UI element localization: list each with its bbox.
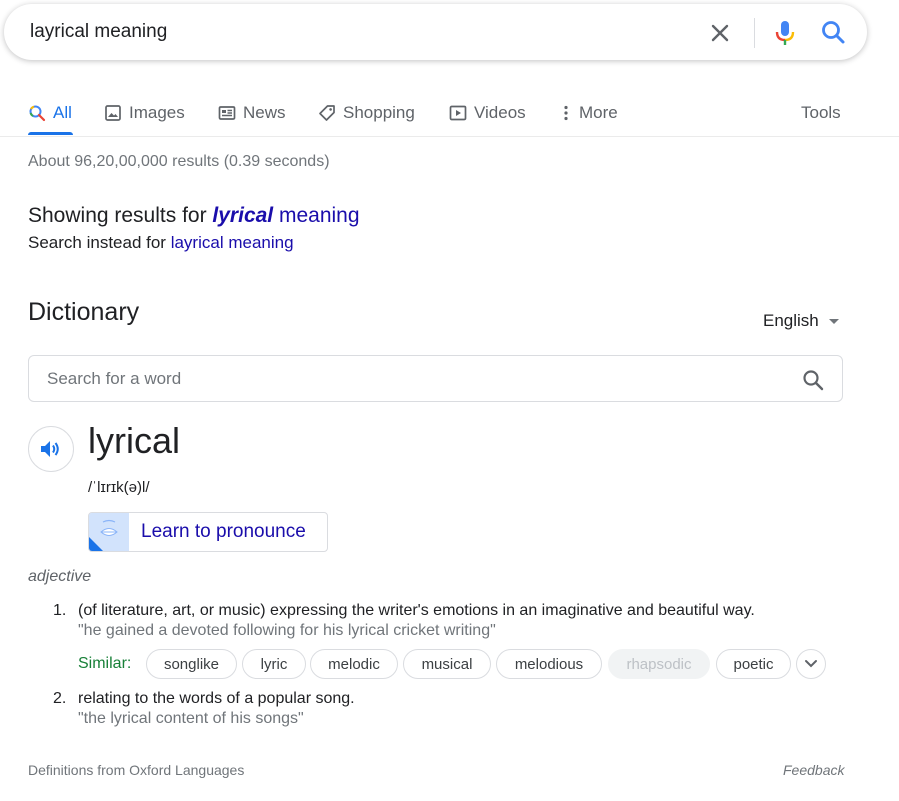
word-search-input[interactable]: Search for a word — [47, 369, 181, 389]
similar-chip: rhapsodic — [608, 649, 710, 679]
tools-label: Tools — [801, 103, 841, 122]
dictionary-source: Definitions from Oxford Languages — [28, 762, 245, 778]
tab-label: Videos — [474, 103, 526, 122]
tab-all[interactable]: All — [28, 100, 72, 126]
chevron-down-icon — [805, 660, 817, 668]
tab-label: News — [243, 103, 286, 122]
showing-prefix: Showing results for — [28, 204, 213, 227]
similar-chip[interactable]: lyric — [242, 649, 306, 679]
instead-prefix: Search instead for — [28, 233, 171, 252]
tab-label: Images — [129, 103, 185, 122]
learn-to-pronounce-button[interactable]: Learn to pronounce — [88, 512, 328, 552]
headword: lyrical — [88, 420, 181, 461]
sense-definition: relating to the words of a popular song. — [78, 690, 355, 707]
pronounce-label: Learn to pronounce — [141, 521, 306, 542]
sense-number: 2. — [53, 690, 67, 707]
tools-button[interactable]: Tools — [801, 100, 841, 126]
expand-similar-button[interactable] — [796, 649, 826, 679]
language-label: English — [763, 311, 819, 330]
feedback-link[interactable]: Feedback — [783, 762, 844, 778]
tab-more[interactable]: More — [557, 100, 618, 126]
tab-shopping[interactable]: Shopping — [318, 100, 415, 126]
tab-news[interactable]: News — [218, 100, 286, 126]
volume-icon — [41, 441, 59, 457]
search-input[interactable]: layrical meaning — [30, 21, 167, 43]
search-divider — [754, 18, 755, 48]
close-icon[interactable] — [708, 21, 732, 45]
search-icon[interactable] — [801, 368, 825, 392]
mouth-icon — [89, 513, 129, 551]
search-instead-line: Search instead for layrical meaning — [28, 233, 294, 253]
tag-icon — [319, 105, 335, 121]
similar-chip[interactable]: poetic — [716, 649, 791, 679]
search-bar[interactable]: layrical meaning — [4, 4, 867, 60]
language-selector[interactable]: English — [763, 311, 839, 331]
similar-chip[interactable]: melodious — [496, 649, 602, 679]
tab-videos[interactable]: Videos — [449, 100, 526, 126]
search-icon[interactable] — [818, 18, 848, 48]
phonetic: /ˈlɪrɪk(ə)l/ — [88, 479, 150, 496]
similar-chip[interactable]: musical — [403, 649, 491, 679]
original-query-link[interactable]: layrical meaning — [171, 233, 294, 252]
sense-number: 1. — [53, 602, 67, 619]
tab-images[interactable]: Images — [104, 100, 185, 126]
image-icon — [105, 105, 121, 121]
speaker-button[interactable] — [28, 426, 74, 472]
play-icon — [449, 105, 467, 121]
search-tabs: All Images News Shopping Videos More Too… — [0, 92, 899, 137]
showing-results-line: Showing results for lyrical meaning — [28, 204, 360, 228]
word-search-box[interactable]: Search for a word — [28, 355, 843, 402]
tab-label: All — [53, 103, 72, 122]
dictionary-title: Dictionary — [28, 298, 140, 326]
similar-chip[interactable]: songlike — [146, 649, 237, 679]
caret-down-icon — [828, 318, 839, 324]
result-stats: About 96,20,00,000 results (0.39 seconds… — [28, 153, 330, 170]
part-of-speech: adjective — [28, 568, 92, 585]
corrected-rest: meaning — [273, 204, 360, 227]
news-icon — [218, 106, 236, 120]
similar-chip[interactable]: melodic — [310, 649, 398, 679]
sense-example: "the lyrical content of his songs" — [78, 710, 304, 727]
tab-label: More — [579, 103, 618, 122]
search-icon — [29, 105, 46, 122]
sense-example: "he gained a devoted following for his l… — [78, 622, 496, 639]
tab-label: Shopping — [343, 103, 415, 122]
microphone-icon[interactable] — [770, 18, 800, 48]
active-tab-indicator — [28, 132, 73, 135]
corrected-query-link[interactable]: lyrical meaning — [212, 204, 359, 227]
more-vert-icon — [564, 105, 568, 121]
corrected-word: lyrical — [212, 204, 274, 227]
similar-label: Similar: — [78, 655, 132, 672]
sense-definition: (of literature, art, or music) expressin… — [78, 602, 755, 619]
